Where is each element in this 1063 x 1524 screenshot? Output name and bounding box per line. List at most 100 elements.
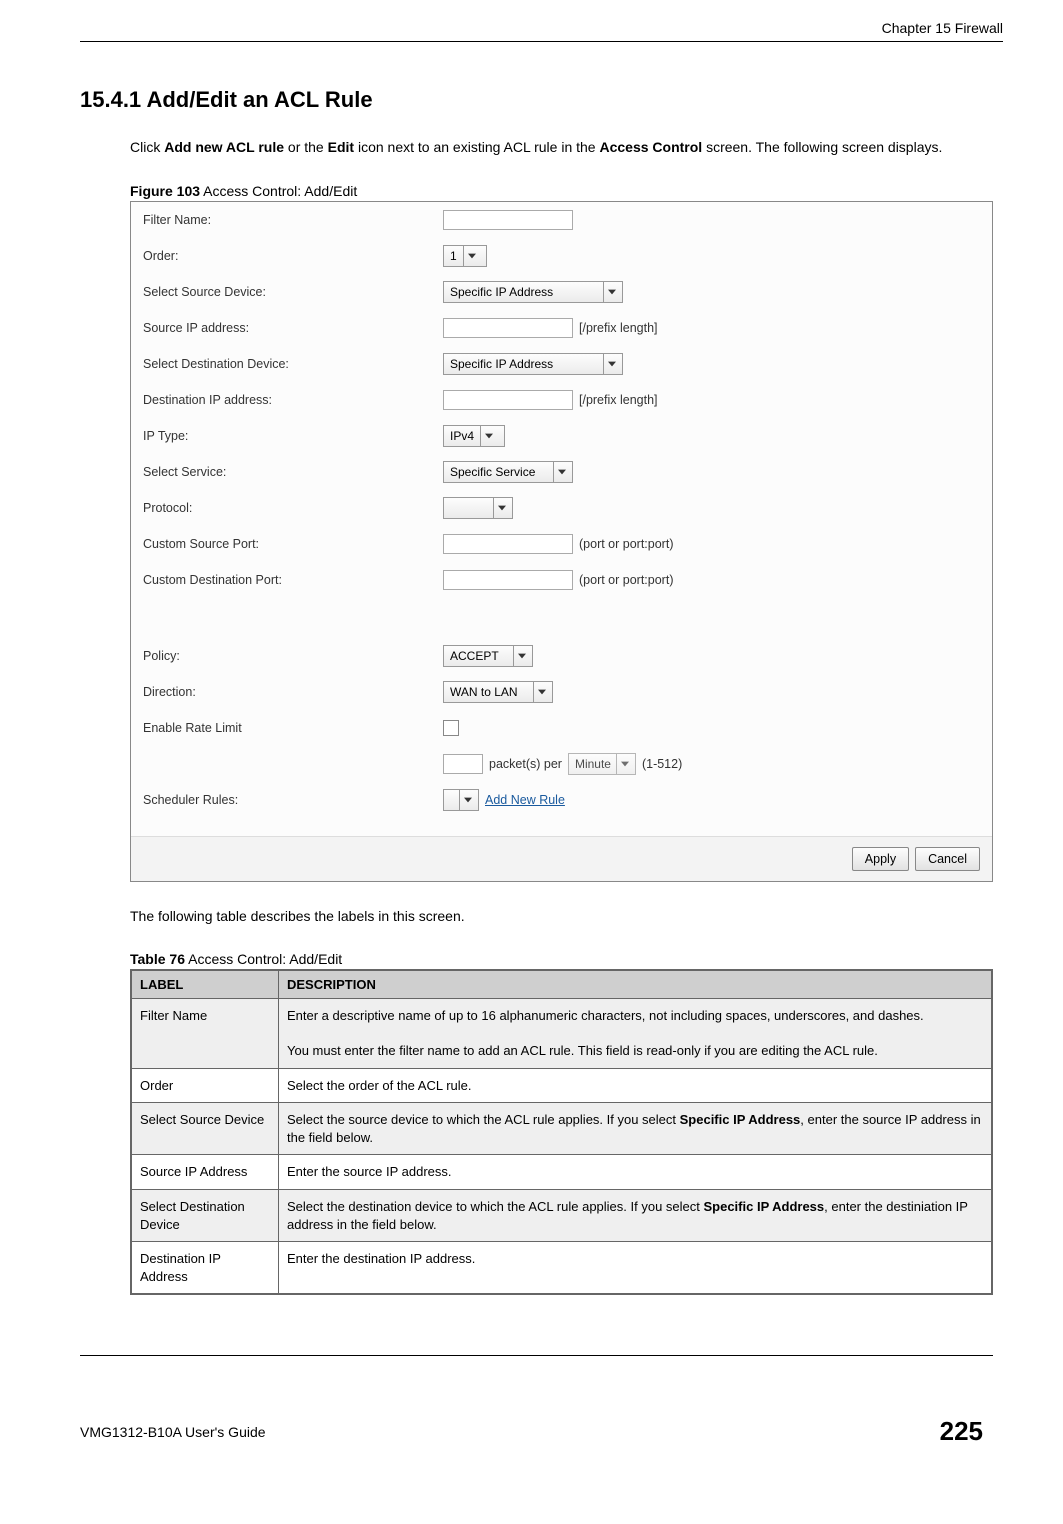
cell-desc: Enter a descriptive name of up to 16 alp… [279, 999, 993, 1069]
chapter-header: Chapter 15 Firewall [80, 20, 1003, 36]
dst-device-value: Specific IP Address [450, 357, 553, 371]
service-select[interactable]: Specific Service [443, 461, 573, 483]
chevron-down-icon [603, 282, 620, 302]
button-bar: Apply Cancel [131, 836, 992, 881]
cdp-input[interactable] [443, 570, 573, 590]
label-direction: Direction: [143, 685, 443, 699]
prefix-hint: [/prefix length] [579, 321, 658, 335]
cell-desc: Enter the destination IP address. [279, 1242, 993, 1295]
text: or the [284, 139, 328, 155]
table-intro: The following table describes the labels… [130, 907, 1003, 927]
table-row: Filter Name Enter a descriptive name of … [131, 999, 992, 1069]
text: Click [130, 139, 164, 155]
rate-unit-value: Minute [575, 757, 611, 771]
label-src-device: Select Source Device: [143, 285, 443, 299]
chevron-down-icon [493, 498, 510, 518]
table-caption: Table 76 Access Control: Add/Edit [130, 951, 1003, 967]
page-footer: VMG1312-B10A User's Guide 225 [80, 1416, 993, 1447]
label-order: Order: [143, 249, 443, 263]
section-title-text: Add/Edit an ACL Rule [141, 87, 372, 112]
figure-title: Access Control: Add/Edit [200, 183, 357, 199]
csp-input[interactable] [443, 534, 573, 554]
header-rule [80, 41, 1003, 42]
section-title: 15.4.1 Add/Edit an ACL Rule [80, 87, 1003, 113]
cell-desc: Enter the source IP address. [279, 1155, 993, 1190]
apply-button[interactable]: Apply [852, 847, 909, 871]
chevron-down-icon [513, 646, 530, 666]
th-label: LABEL [131, 970, 279, 999]
label-rate: Enable Rate Limit [143, 721, 443, 735]
order-value: 1 [450, 249, 457, 263]
table-title: Access Control: Add/Edit [185, 951, 342, 967]
text: Enter a descriptive name of up to 16 alp… [287, 1008, 924, 1058]
dst-device-select[interactable]: Specific IP Address [443, 353, 623, 375]
page-number: 225 [940, 1416, 983, 1447]
rate-checkbox[interactable] [443, 720, 459, 736]
description-table: LABEL DESCRIPTION Filter Name Enter a de… [130, 969, 993, 1295]
text: icon next to an existing ACL rule in the [354, 139, 599, 155]
section-number: 15.4.1 [80, 87, 141, 112]
rate-unit-select[interactable]: Minute [568, 753, 636, 775]
table-row: Source IP Address Enter the source IP ad… [131, 1155, 992, 1190]
cell-desc: Select the source device to which the AC… [279, 1103, 993, 1155]
protocol-select[interactable] [443, 497, 513, 519]
table-row: Select Destination Device Select the des… [131, 1190, 992, 1242]
label-scheduler: Scheduler Rules: [143, 793, 443, 807]
figure-number: Figure 103 [130, 183, 200, 199]
direction-value: WAN to LAN [450, 685, 518, 699]
label-dst-device: Select Destination Device: [143, 357, 443, 371]
rate-packet-text: packet(s) per [489, 757, 562, 771]
src-device-select[interactable]: Specific IP Address [443, 281, 623, 303]
chevron-down-icon [553, 462, 570, 482]
policy-value: ACCEPT [450, 649, 499, 663]
chevron-down-icon [463, 246, 480, 266]
intro-paragraph: Click Add new ACL rule or the Edit icon … [130, 138, 1003, 158]
th-desc: DESCRIPTION [279, 970, 993, 999]
chevron-down-icon [616, 754, 633, 774]
ip-type-select[interactable]: IPv4 [443, 425, 505, 447]
text: screen. The following screen displays. [702, 139, 942, 155]
scheduler-select[interactable] [443, 789, 479, 811]
cell-label: Select Source Device [131, 1103, 279, 1155]
label-cdp: Custom Destination Port: [143, 573, 443, 587]
port-hint: (port or port:port) [579, 573, 673, 587]
label-csp: Custom Source Port: [143, 537, 443, 551]
cell-label: Select Destination Device [131, 1190, 279, 1242]
chevron-down-icon [459, 790, 476, 810]
policy-select[interactable]: ACCEPT [443, 645, 533, 667]
src-ip-input[interactable] [443, 318, 573, 338]
dst-ip-input[interactable] [443, 390, 573, 410]
label-service: Select Service: [143, 465, 443, 479]
label-filter-name: Filter Name: [143, 213, 443, 227]
order-select[interactable]: 1 [443, 245, 487, 267]
footer-left: VMG1312-B10A User's Guide [80, 1424, 266, 1440]
rate-range-text: (1-512) [642, 757, 682, 771]
text-bold: Access Control [599, 139, 702, 155]
ip-type-value: IPv4 [450, 429, 474, 443]
port-hint: (port or port:port) [579, 537, 673, 551]
text: Select the destination device to which t… [287, 1199, 703, 1214]
direction-select[interactable]: WAN to LAN [443, 681, 553, 703]
cell-label: Destination IP Address [131, 1242, 279, 1295]
rate-value-input[interactable] [443, 754, 483, 774]
figure-screenshot: Filter Name: Order: 1 Select Source Devi… [130, 201, 993, 882]
label-src-ip: Source IP address: [143, 321, 443, 335]
table-row: Destination IP Address Enter the destina… [131, 1242, 992, 1295]
service-value: Specific Service [450, 465, 535, 479]
label-protocol: Protocol: [143, 501, 443, 515]
add-new-rule-link[interactable]: Add New Rule [485, 793, 565, 807]
table-number: Table 76 [130, 951, 185, 967]
cell-desc: Select the order of the ACL rule. [279, 1068, 993, 1103]
figure-caption: Figure 103 Access Control: Add/Edit [130, 183, 1003, 199]
text-bold: Add new ACL rule [164, 139, 284, 155]
footer-rule [80, 1355, 993, 1356]
prefix-hint: [/prefix length] [579, 393, 658, 407]
label-ip-type: IP Type: [143, 429, 443, 443]
filter-name-input[interactable] [443, 210, 573, 230]
text-bold: Specific IP Address [680, 1112, 801, 1127]
text: Select the source device to which the AC… [287, 1112, 680, 1127]
table-row: Select Source Device Select the source d… [131, 1103, 992, 1155]
label-dst-ip: Destination IP address: [143, 393, 443, 407]
cancel-button[interactable]: Cancel [915, 847, 980, 871]
chevron-down-icon [603, 354, 620, 374]
